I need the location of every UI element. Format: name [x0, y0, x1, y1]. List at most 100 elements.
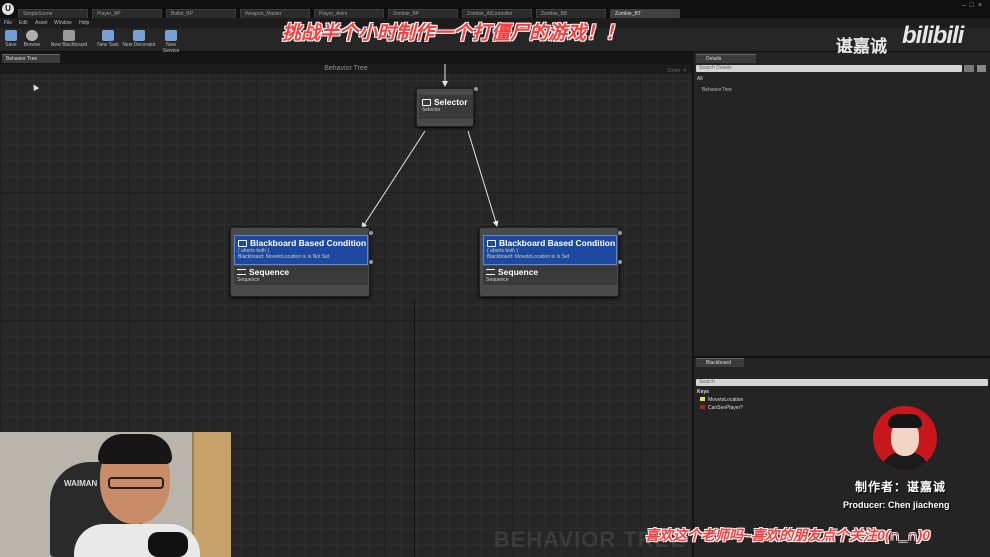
save-button-label: Save	[5, 42, 17, 48]
left-sequence-title: Sequence	[249, 267, 290, 277]
menu-window[interactable]: Window	[54, 18, 72, 28]
decorator-node-icon	[238, 240, 247, 247]
new-service-label: New Service	[162, 42, 180, 54]
document-tab[interactable]: Player_Anim	[314, 9, 384, 18]
window-tab-bar: U SimpleScene Player_BP Bullet_BP Weapon_Ma…	[0, 0, 990, 18]
left-node-input-pin[interactable]	[368, 230, 374, 236]
selector-title-row: Selector	[422, 97, 470, 107]
right-decorator-title: Blackboard Based Condition	[499, 238, 616, 248]
link-selector-to-right	[467, 130, 499, 227]
new-decorator-button[interactable]: New Decorator	[122, 30, 156, 51]
blackboard-key-row[interactable]: CanSeePlayer?	[700, 405, 743, 411]
left-decorator-title: Blackboard Based Condition	[250, 238, 367, 248]
right-sequence-node[interactable]: Blackboard Based Condition ( aborts both…	[479, 227, 623, 297]
decorator-icon	[133, 30, 145, 41]
follow-message-overlay: 喜欢这个老师吗~喜欢的朋友点个关注0(∩_∩)0	[645, 527, 931, 543]
right-node-input-pin[interactable]	[617, 230, 623, 236]
producer-credit-cn: 制作者：谌嘉诚	[855, 480, 947, 494]
avatar-hair	[888, 414, 922, 428]
new-task-label: New Task	[97, 42, 119, 48]
right-sequence-title-row: Sequence	[486, 267, 614, 277]
right-node-output-pin[interactable]	[617, 259, 623, 265]
document-tab[interactable]: Weapon_Master	[240, 9, 310, 18]
key-type-icon	[700, 397, 705, 401]
blackboard-key-row[interactable]: MovetoLocation	[700, 397, 743, 403]
window-controls[interactable]: –□×	[962, 2, 986, 9]
details-settings-icon[interactable]	[977, 65, 986, 72]
blackboard-key-name: CanSeePlayer?	[708, 405, 744, 411]
left-sequence-title-row: Sequence	[237, 267, 365, 277]
decorator-node-icon	[487, 240, 496, 247]
menu-asset[interactable]: Asset	[35, 18, 48, 28]
new-decorator-label: New Decorator	[122, 42, 156, 48]
details-search-input[interactable]: Search Details	[696, 65, 962, 72]
webcam-person-glasses	[108, 477, 164, 489]
bilibili-logo: bilibili	[902, 22, 964, 49]
producer-credit-en: Producer: Chen jiacheng	[843, 500, 950, 510]
unreal-logo-icon: U	[2, 3, 14, 15]
document-tab[interactable]: SimpleScene	[18, 9, 88, 18]
key-type-icon	[700, 405, 705, 409]
save-button[interactable]: Save	[3, 30, 19, 51]
behavior-tree-panel-tab[interactable]: Behavior Tree	[2, 54, 60, 63]
menu-edit[interactable]: Edit	[19, 18, 28, 28]
document-tab[interactable]: Zombie_BB	[536, 9, 606, 18]
webcam-feed: WAIMAN	[0, 432, 231, 557]
browse-button-label: Browse	[23, 42, 41, 48]
right-sequence-subtitle: Sequence	[486, 277, 509, 283]
webcam-chair-brand: WAIMAN	[64, 479, 98, 488]
task-icon	[102, 30, 114, 41]
document-tab[interactable]: Zombie_BT	[610, 9, 680, 18]
blackboard-keys-header[interactable]: Keys	[697, 389, 709, 395]
right-sequence-body: Sequence Sequence	[483, 266, 617, 285]
details-tab[interactable]: Details	[696, 54, 756, 63]
document-tab[interactable]: Zombie_BP	[388, 9, 458, 18]
new-blackboard-label: New Blackboard	[50, 42, 88, 48]
left-node-output-pin[interactable]	[368, 259, 374, 265]
webcam-microphone	[148, 532, 188, 557]
blackboard-key-name: MovetoLocation	[708, 397, 744, 403]
left-decorator-condition: Blackboard: MovetoLocation is Is Not Set	[238, 254, 330, 260]
sequence-icon	[237, 269, 246, 275]
document-tab[interactable]: Bullet_BP	[166, 9, 236, 18]
left-sequence-subtitle: Sequence	[237, 277, 260, 283]
document-tab[interactable]: Zombie_AIController	[462, 9, 532, 18]
document-tab[interactable]: Player_BP	[92, 9, 162, 18]
webcam-shelf	[192, 432, 231, 557]
browse-icon	[26, 30, 38, 41]
creator-name-overlay: 谌嘉诚	[836, 37, 887, 56]
right-decorator-condition: Blackboard: MovetoLocation is Is Set	[487, 254, 570, 260]
menu-file[interactable]: File	[4, 18, 12, 28]
browse-button[interactable]: Browse	[22, 30, 42, 51]
left-decorator-title-row: Blackboard Based Condition	[238, 238, 367, 248]
details-behavior-tree-item[interactable]: BehaviorTree	[702, 87, 732, 93]
link-selector-to-left	[361, 130, 426, 229]
save-icon	[5, 30, 17, 41]
right-decorator-title-row: Blackboard Based Condition	[487, 238, 616, 248]
right-decorator[interactable]: Blackboard Based Condition ( aborts both…	[483, 235, 617, 265]
selector-output-pin[interactable]	[473, 86, 479, 92]
menu-help[interactable]: Help	[79, 18, 89, 28]
left-sequence-node[interactable]: Blackboard Based Condition ( aborts both…	[230, 227, 374, 297]
details-filter-all[interactable]: All	[697, 76, 703, 82]
details-view-options-icon[interactable]	[964, 65, 974, 72]
new-blackboard-button[interactable]: New Blackboard	[50, 30, 88, 51]
selector-subtitle: Selector	[422, 107, 441, 113]
webcam-person-hair	[98, 434, 172, 464]
new-service-button[interactable]: New Service	[157, 30, 185, 54]
service-icon	[165, 30, 177, 41]
left-sequence-body: Sequence Sequence	[234, 266, 368, 285]
right-sequence-title: Sequence	[498, 267, 539, 277]
selector-title: Selector	[434, 97, 468, 107]
blackboard-icon	[63, 30, 75, 41]
blackboard-search-input[interactable]: Search	[696, 379, 988, 386]
video-title-overlay: 挑战半个小时制作一个打僵尸的游戏！！	[282, 23, 625, 44]
selector-node[interactable]: Selector Selector	[416, 86, 479, 127]
sequence-icon	[486, 269, 495, 275]
producer-avatar	[873, 406, 937, 470]
new-task-button[interactable]: New Task	[95, 30, 121, 51]
selector-node-body: Selector Selector	[419, 95, 473, 119]
blackboard-tab[interactable]: Blackboard	[696, 358, 744, 367]
left-decorator[interactable]: Blackboard Based Condition ( aborts both…	[234, 235, 368, 265]
selector-icon	[422, 99, 431, 106]
